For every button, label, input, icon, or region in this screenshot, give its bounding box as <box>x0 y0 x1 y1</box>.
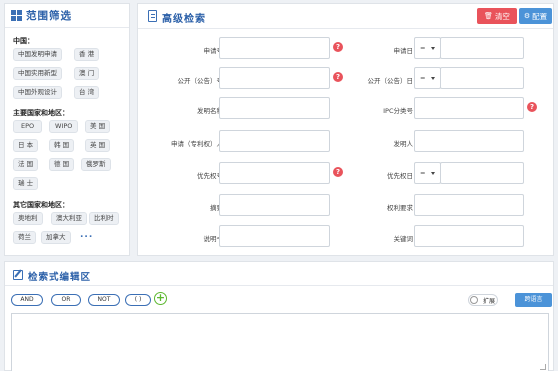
app-date-operator-select[interactable]: = <box>414 37 441 59</box>
chip-australia[interactable]: 澳大利亚 <box>51 212 87 225</box>
chip-epo[interactable]: EPO <box>13 120 43 133</box>
chip-russia[interactable]: 俄罗斯 <box>81 158 111 171</box>
advanced-search-panel: 高级检索 🗑 清空 ⚙ 配置 申请号 ? 申请日 = 公开（公告）号 ? 公开（… <box>137 3 554 256</box>
description-input[interactable] <box>219 225 330 247</box>
keyword-label: 关键词 <box>393 235 414 243</box>
ipc-help-icon[interactable]: ? <box>527 102 537 112</box>
query-textarea[interactable] <box>11 313 549 371</box>
chip-china-design[interactable]: 中国外观设计 <box>13 86 62 99</box>
chip-canada[interactable]: 加拿大 <box>41 231 71 244</box>
pub-date-label: 公开（公告）日 <box>367 77 414 85</box>
pub-no-label: 公开（公告）号 <box>177 77 224 85</box>
toggle-knob <box>470 296 478 304</box>
priority-date-operator-select[interactable]: = <box>414 162 441 184</box>
edit-icon <box>13 270 23 280</box>
app-no-input[interactable] <box>219 37 330 59</box>
clear-button-label: 清空 <box>494 11 510 21</box>
chip-taiwan[interactable]: 台 湾 <box>74 86 100 99</box>
advanced-search-title: 高级检索 <box>162 14 206 25</box>
range-filter-panel: 范围筛选 中国： 中国发明申请 香 港 中国实用新型 澳 门 中国外观设计 台 … <box>4 3 130 256</box>
expand-label: 扩展 <box>483 298 496 305</box>
priority-no-help-icon[interactable]: ? <box>333 167 343 177</box>
grid-icon <box>11 10 22 21</box>
advanced-search-header: 高级检索 🗑 清空 ⚙ 配置 <box>138 4 553 29</box>
ipc-input[interactable] <box>414 97 524 119</box>
divider <box>5 285 553 286</box>
priority-date-label: 优先权日 <box>387 172 413 180</box>
claims-label: 权利要求 <box>387 204 413 212</box>
chip-uk[interactable]: 英 国 <box>85 139 111 152</box>
and-operator-button[interactable]: AND <box>11 294 43 306</box>
document-icon <box>148 10 157 22</box>
inventor-label: 发明人 <box>393 140 414 148</box>
group-china-label: 中国： <box>13 37 34 45</box>
priority-date-input[interactable] <box>440 162 524 184</box>
ipc-label: IPC分类号 <box>383 107 413 115</box>
pub-no-input[interactable] <box>219 67 330 89</box>
trash-icon: 🗑 <box>484 12 493 20</box>
chip-hongkong[interactable]: 香 港 <box>74 48 100 61</box>
query-editor-panel: 检索式编辑区 AND OR NOT ( ) + 扩展 跨语言 <box>4 261 554 371</box>
app-no-help-icon[interactable]: ? <box>333 42 343 52</box>
config-button-label: 配置 <box>532 11 548 21</box>
app-date-input[interactable] <box>440 37 524 59</box>
gear-icon: ⚙ <box>523 12 531 20</box>
more-countries-link[interactable]: ... <box>80 230 93 240</box>
range-filter-header: 范围筛选 <box>5 4 129 28</box>
pub-date-operator-select[interactable]: = <box>414 67 441 89</box>
chip-switzerland[interactable]: 瑞 士 <box>13 177 39 190</box>
query-editor-title: 检索式编辑区 <box>28 272 92 283</box>
range-filter-title: 范围筛选 <box>26 10 72 22</box>
or-operator-button[interactable]: OR <box>51 294 81 306</box>
app-date-label: 申请日 <box>393 47 414 55</box>
abstract-input[interactable] <box>219 194 330 216</box>
chip-belgium[interactable]: 比利时 <box>89 212 119 225</box>
keyword-input[interactable] <box>414 225 524 247</box>
title-input[interactable] <box>219 97 330 119</box>
applicant-input[interactable] <box>219 130 330 152</box>
chip-austria[interactable]: 奥地利 <box>13 212 43 225</box>
add-icon[interactable]: + <box>154 292 167 305</box>
group-major-label: 主要国家和地区： <box>13 109 69 117</box>
inventor-input[interactable] <box>414 130 524 152</box>
pub-no-help-icon[interactable]: ? <box>333 72 343 82</box>
applicant-label: 申请（专利权）人 <box>171 140 223 148</box>
chip-germany[interactable]: 德 国 <box>49 158 75 171</box>
chip-japan[interactable]: 日 本 <box>13 139 39 152</box>
group-other-label: 其它国家和地区： <box>13 201 69 209</box>
chip-netherlands[interactable]: 荷兰 <box>13 231 36 244</box>
chip-china-utility[interactable]: 中国实用新型 <box>13 67 62 80</box>
not-operator-button[interactable]: NOT <box>88 294 120 306</box>
config-button[interactable]: ⚙ 配置 <box>519 8 552 24</box>
patent-search-page: 范围筛选 中国： 中国发明申请 香 港 中国实用新型 澳 门 中国外观设计 台 … <box>0 0 558 371</box>
priority-no-input[interactable] <box>219 162 330 184</box>
chip-wipo[interactable]: WIPO <box>49 120 79 133</box>
chip-france[interactable]: 法 国 <box>13 158 39 171</box>
chip-china-invention[interactable]: 中国发明申请 <box>13 48 62 61</box>
expand-toggle[interactable]: 扩展 <box>468 294 498 306</box>
parentheses-button[interactable]: ( ) <box>125 294 151 306</box>
resize-handle[interactable] <box>540 364 546 370</box>
claims-input[interactable] <box>414 194 524 216</box>
chip-usa[interactable]: 美 国 <box>85 120 111 133</box>
clear-button[interactable]: 🗑 清空 <box>477 8 517 24</box>
chip-korea[interactable]: 韩 国 <box>49 139 75 152</box>
cross-language-button[interactable]: 跨语言 <box>515 293 552 307</box>
pub-date-input[interactable] <box>440 67 524 89</box>
chip-macau[interactable]: 澳 门 <box>74 67 100 80</box>
